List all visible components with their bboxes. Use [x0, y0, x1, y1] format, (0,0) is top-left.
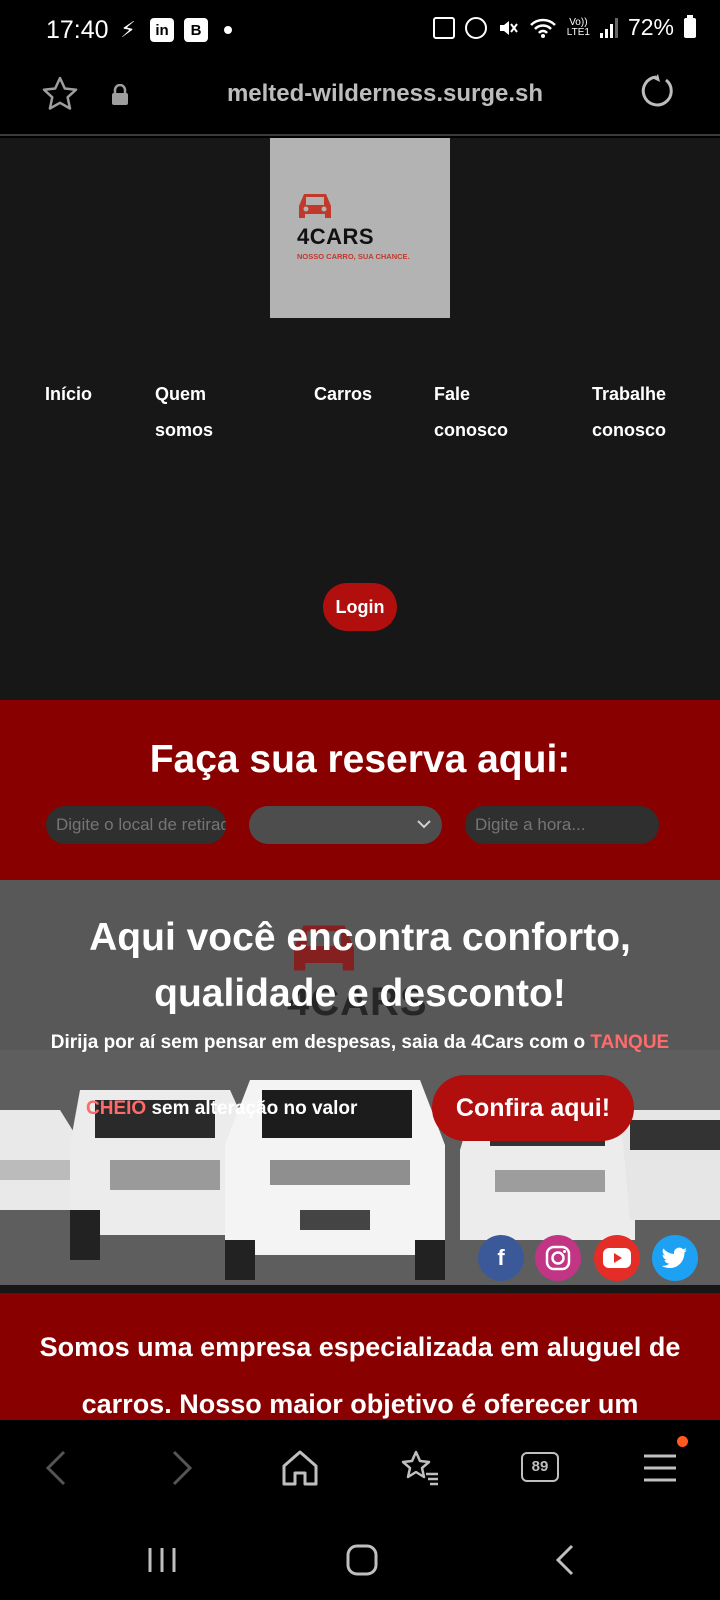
hero-text-line1: Dirija por aí sem pensar em despesas, sa…: [50, 1032, 670, 1053]
reservation-section: Faça sua reserva aqui:: [0, 700, 720, 880]
signal-icon: [599, 17, 618, 38]
url-address[interactable]: melted-wilderness.surge.sh: [160, 80, 610, 108]
recycle-icon: [432, 16, 455, 39]
site-header: 4CARS NOSSO CARRO, SUA CHANCE. Início Qu…: [0, 138, 720, 700]
hero-banner: 4CARS Aqui você encontra conforto, quali…: [0, 880, 720, 1285]
chevron-down-icon: [417, 820, 431, 829]
more-notifications-dot: [224, 26, 232, 34]
lock-icon: [112, 84, 128, 105]
system-back-icon[interactable]: [546, 1540, 586, 1580]
nav-trabalhe-conosco[interactable]: Trabalhe conosco: [592, 376, 666, 448]
nav-quem-somos[interactable]: Quem somos: [155, 376, 213, 448]
time-input[interactable]: [465, 806, 659, 844]
battery-icon: [684, 14, 696, 38]
hero-title: Aqui você encontra conforto, qualidade e…: [89, 916, 631, 1015]
b-app-icon: B: [184, 18, 208, 42]
wifi-icon: [529, 18, 556, 38]
nav-fale-conosco[interactable]: Fale conosco: [434, 376, 508, 448]
instagram-icon[interactable]: [535, 1235, 581, 1281]
browser-url-bar: melted-wilderness.surge.sh: [0, 60, 720, 136]
logo-name: 4CARS: [297, 224, 375, 249]
section-divider: [0, 1285, 720, 1293]
back-icon[interactable]: [36, 1446, 80, 1490]
reload-icon[interactable]: [638, 72, 678, 112]
flash-app-icon: ⚡: [120, 17, 136, 42]
clock: 17:40: [46, 16, 109, 44]
home-icon[interactable]: [278, 1446, 322, 1490]
confira-button[interactable]: Confira aqui!: [432, 1075, 634, 1141]
about-text: Somos uma empresa especializada em alugu…: [39, 1332, 681, 1419]
browser-toolbar: 89: [0, 1420, 720, 1518]
menu-notification-dot: [677, 1436, 688, 1447]
system-home-icon[interactable]: [342, 1540, 382, 1580]
date-select[interactable]: [249, 806, 442, 844]
nav-inicio[interactable]: Início: [45, 376, 92, 412]
recent-apps-icon[interactable]: [142, 1540, 182, 1580]
menu-icon[interactable]: [638, 1446, 682, 1490]
forward-icon[interactable]: [158, 1446, 202, 1490]
tabs-button[interactable]: 89: [521, 1452, 559, 1482]
logo-tagline: NOSSO CARRO, SUA CHANCE.: [297, 252, 410, 261]
site-logo[interactable]: 4CARS NOSSO CARRO, SUA CHANCE.: [270, 138, 450, 318]
hero-text-line2: CHEIO sem alteração no valor: [86, 1098, 358, 1119]
volte-icon: Vo)) LTE1: [566, 16, 590, 38]
pickup-location-input[interactable]: [46, 806, 226, 844]
reservation-title: Faça sua reserva aqui:: [149, 738, 571, 781]
system-navigation-bar: [0, 1518, 720, 1600]
status-bar: 17:40 ⚡ in B Vo)) LTE1 72%: [0, 0, 720, 60]
youtube-icon[interactable]: [594, 1235, 640, 1281]
bookmark-star-icon[interactable]: [40, 74, 80, 114]
system-status-icons: Vo)) LTE1 72%: [432, 14, 696, 41]
battery-percent: 72%: [627, 14, 674, 40]
linkedin-icon: in: [150, 18, 174, 42]
login-button[interactable]: Login: [323, 583, 397, 631]
notification-icons: ⚡ in B: [116, 17, 232, 42]
mute-icon: [499, 20, 518, 35]
nav-carros[interactable]: Carros: [314, 376, 372, 412]
twitter-icon[interactable]: [652, 1235, 698, 1281]
about-section: Somos uma empresa especializada em alugu…: [0, 1293, 720, 1420]
bookmarks-icon[interactable]: [398, 1446, 442, 1490]
car-logo-icon: [299, 194, 331, 218]
alarm-icon: [464, 16, 487, 39]
facebook-icon[interactable]: f: [478, 1235, 524, 1281]
